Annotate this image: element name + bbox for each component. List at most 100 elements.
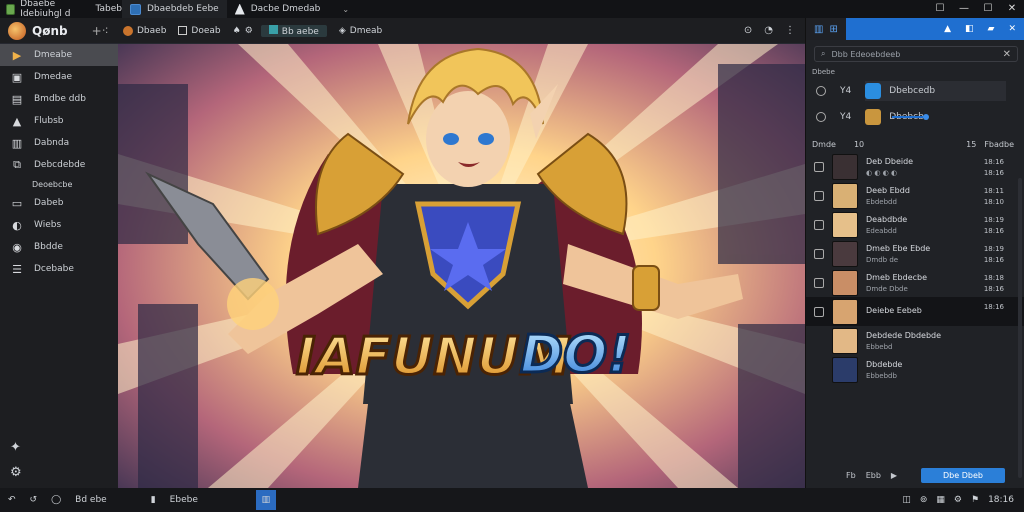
list-item[interactable]: Deabdbde Edeabdd 18:19 18:16 bbox=[806, 210, 1024, 239]
sidebar-subitem[interactable]: Deoebcbe bbox=[0, 176, 118, 192]
sidebar-item-4[interactable]: ▲ Flubsb bbox=[0, 110, 118, 132]
list-item[interactable]: Dmeb Ebdecbe Dmde Dbde 18:18 18:16 bbox=[806, 268, 1024, 297]
scrollbar[interactable] bbox=[1018, 178, 1022, 478]
list-item-meta: 18:19 18:16 bbox=[984, 245, 1004, 264]
network-icon[interactable]: ⊚ bbox=[920, 495, 928, 505]
slider-handle[interactable] bbox=[923, 114, 929, 120]
toolbar-item-2[interactable]: Doeab bbox=[172, 22, 226, 40]
close-icon[interactable]: ✕ bbox=[1008, 24, 1016, 34]
list-item-title: Dmeb Ebe Ebde bbox=[866, 243, 931, 253]
sidebar-item-label: Deoebcbe bbox=[32, 179, 73, 189]
list-item-text: Deabdbde Edeabdd bbox=[866, 215, 907, 235]
maximize-button[interactable]: ☐ bbox=[976, 0, 1000, 18]
checkbox-icon[interactable] bbox=[814, 219, 824, 230]
toolbar-item-4[interactable]: ◈ Dmeab bbox=[333, 22, 388, 40]
flag-icon[interactable]: ▰ bbox=[988, 24, 995, 34]
window-controls: ☐ — ☐ ✕ bbox=[928, 0, 1024, 18]
timer-icon[interactable]: ◔ bbox=[764, 25, 773, 36]
monitor-icon: ▭ bbox=[11, 196, 23, 210]
sidebar-item-label: Wiebs bbox=[34, 220, 62, 230]
document-tab-icon bbox=[130, 3, 141, 15]
list-item[interactable]: Deeb Ebdd Ebdebdd 18:11 18:10 bbox=[806, 181, 1024, 210]
sidebar-item-10[interactable]: ☰ Dcebabe bbox=[0, 258, 118, 280]
grid-icon[interactable]: ⊞ bbox=[829, 24, 837, 35]
list-item-title: Dmeb Ebdecbe bbox=[866, 272, 928, 282]
list-item-title: Deb Dbeide bbox=[866, 156, 914, 166]
target-icon[interactable]: ⊙ bbox=[744, 25, 752, 36]
chevron-down-icon[interactable]: ⌄ bbox=[342, 5, 349, 14]
checkbox-icon[interactable] bbox=[814, 248, 824, 259]
checkbox-icon[interactable] bbox=[814, 306, 824, 317]
timestamp: 18:16 bbox=[983, 169, 1004, 177]
list-item-text: Deb Dbeide ◐ ◐ ◐ ◐ bbox=[866, 157, 913, 177]
list-item[interactable]: Dmeb Ebe Ebde Dmdb de 18:19 18:16 bbox=[806, 239, 1024, 268]
camera-icon[interactable]: ◫ bbox=[902, 495, 911, 505]
window-icon: ▤ bbox=[11, 92, 23, 106]
list-item[interactable]: Dbdebde Ebbebdb bbox=[806, 355, 1024, 384]
sidebar-item-7[interactable]: ▭ Dabeb bbox=[0, 192, 118, 214]
sparkle-icon[interactable]: ✦ bbox=[10, 440, 22, 455]
warning-icon[interactable]: ▲ bbox=[944, 24, 951, 34]
sidebar-item-2[interactable]: ▣ Dmedae bbox=[0, 66, 118, 88]
tab-document-1[interactable]: Dbaebdeb Eebe bbox=[122, 0, 227, 18]
clear-icon[interactable]: ✕ bbox=[1003, 49, 1011, 60]
add-icon[interactable]: +⁖ bbox=[92, 24, 109, 38]
search-input[interactable]: Dbb Edeoebdeeb bbox=[831, 50, 900, 59]
list-item[interactable]: Deiebe Eebeb 18:16 bbox=[806, 297, 1024, 326]
checkbox-icon[interactable] bbox=[814, 161, 824, 172]
active-doc-icon[interactable]: ▥ bbox=[255, 490, 276, 510]
sidebar-item-3[interactable]: ▤ Bmdbe ddb bbox=[0, 88, 118, 110]
image-canvas[interactable]: IAFUNUM DO! bbox=[118, 44, 805, 488]
toolbar-item-1[interactable]: Dbaeb bbox=[117, 22, 172, 40]
list-item[interactable]: Debdede Dbdebde Ebbebd bbox=[806, 326, 1024, 355]
grid-icon[interactable]: ▦ bbox=[936, 495, 945, 505]
list-head-count: 10 bbox=[853, 139, 865, 149]
sidebar-item-5[interactable]: ▥ Dabnda bbox=[0, 132, 118, 154]
panel-search[interactable]: ⌕ Dbb Edeoebdeeb ✕ bbox=[814, 46, 1018, 62]
list-header: Dmde 10 15 Fbadbe bbox=[806, 136, 1024, 152]
sidebar-item-9[interactable]: ◉ Bbdde bbox=[0, 236, 118, 258]
toolbar-label: Dbaeb bbox=[137, 25, 167, 36]
settings-icon[interactable]: ⚙ bbox=[10, 465, 22, 480]
sidebar-item-6[interactable]: ⧉ Debcdebde bbox=[0, 154, 118, 176]
radio-icon bbox=[816, 112, 826, 122]
list-item-meta: 18:16 bbox=[984, 303, 1004, 314]
close-button[interactable]: ✕ bbox=[1000, 0, 1024, 18]
more-icon[interactable]: ⋮ bbox=[785, 25, 795, 36]
minimize-button[interactable]: — bbox=[952, 0, 976, 18]
sidebar-item-label: Dabnda bbox=[34, 138, 70, 148]
settings-icon[interactable]: ⚙ bbox=[954, 495, 962, 505]
document-icon: ▮ bbox=[150, 495, 156, 505]
list-item-text: Dbdebde Ebbebdb bbox=[866, 360, 902, 380]
circle-icon[interactable]: ◯ bbox=[51, 495, 61, 505]
primary-button[interactable]: Dbe Dbeb bbox=[921, 467, 1005, 483]
list-item-meta: 18:18 18:16 bbox=[984, 274, 1004, 293]
panel-icon[interactable]: ▥ bbox=[814, 24, 823, 35]
list-item[interactable]: Deb Dbeide ◐ ◐ ◐ ◐ 18:16 18:16 bbox=[806, 152, 1024, 181]
restore-icon[interactable]: ☐ bbox=[928, 0, 952, 18]
radio-icon bbox=[816, 86, 826, 96]
sidebar-item-label: Bbdde bbox=[34, 242, 63, 252]
sidebar-item-label: Bmdbe ddb bbox=[34, 94, 86, 104]
layout-icon[interactable]: ◧ bbox=[965, 24, 974, 34]
sidebar-item-1[interactable]: ▶ Dmeabe bbox=[0, 44, 118, 66]
sidebar-item-label: Dabeb bbox=[34, 198, 64, 208]
tab-label: Dbaebdeb Eebe bbox=[147, 4, 219, 14]
circle-icon: ◉ bbox=[12, 240, 22, 254]
checkbox-icon[interactable] bbox=[814, 277, 824, 288]
toolbar-item-3[interactable]: ♠ ⚙ Bb aebe bbox=[227, 22, 333, 40]
list-head-sort[interactable]: Fbadbe bbox=[984, 140, 1014, 149]
timestamp: 18:16 bbox=[983, 227, 1004, 235]
drop-icon: ◐ bbox=[12, 218, 22, 232]
redo-icon[interactable]: ↺ bbox=[30, 495, 38, 505]
list-item-text: Debdede Dbdebde Ebbebd bbox=[866, 331, 941, 351]
flag-icon[interactable]: ⚑ bbox=[971, 495, 979, 505]
sidebar-item-8[interactable]: ◐ Wiebs bbox=[0, 214, 118, 236]
toolbar-label: Doeab bbox=[191, 25, 221, 36]
tab-document-2[interactable]: Dacbe Dmedab ⌄ bbox=[227, 0, 357, 18]
sidebar: ▶ Dmeabe ▣ Dmedae ▤ Bmdbe ddb ▲ Flubsb ▥ Dabn… bbox=[0, 44, 118, 488]
undo-icon[interactable]: ↶ bbox=[8, 495, 16, 505]
checkbox-icon[interactable] bbox=[814, 190, 824, 201]
panel-option-1[interactable]: Y4 Dbebcedb bbox=[806, 78, 1024, 104]
play-icon[interactable]: ▶ bbox=[891, 471, 897, 480]
